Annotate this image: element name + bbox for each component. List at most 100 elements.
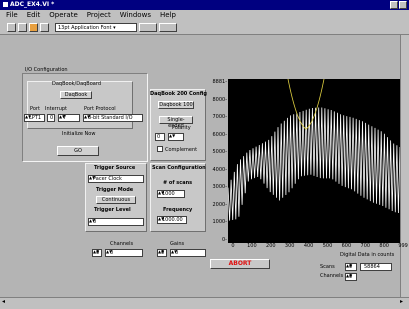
numeric-arrows-icon: ▲▼: [158, 190, 165, 195]
horizontal-scrollbar[interactable]: ◂ ▸: [0, 297, 409, 306]
numeric-arrows-icon: ▲▼: [158, 216, 165, 221]
index-arrows-icon: ▲▼: [346, 263, 353, 268]
x-tick-label: 600: [341, 243, 352, 249]
port-protocol-label: Port Protocol: [84, 106, 116, 112]
abort-button[interactable]: ABORT: [210, 259, 270, 269]
trigger-mode-button[interactable]: Continuous: [96, 196, 136, 204]
numeric-arrows-icon: ▲▼: [106, 249, 113, 254]
menu-bar: File Edit Operate Project Windows Help: [0, 10, 409, 21]
font-selector[interactable]: 13pt Application Font ▾: [55, 23, 137, 32]
go-button[interactable]: GO: [57, 146, 99, 156]
x-tick-label: 0: [231, 243, 235, 249]
x-tick-label: 300: [284, 243, 295, 249]
channels-readout-value[interactable]: ▲▼ 0: [345, 273, 357, 281]
ring-arrows-icon: ▲▼: [84, 114, 91, 119]
interrupt-label: Interrupt: [45, 106, 68, 112]
y-tick-label: 2000-: [212, 201, 227, 208]
run-arrow-icon[interactable]: [7, 23, 16, 32]
index-arrows-icon: ▲▼: [346, 273, 353, 278]
x-tick-label: 800: [379, 243, 389, 249]
y-tick-label: 3000-: [212, 184, 227, 190]
channels-index[interactable]: ▲▼ 0: [92, 249, 102, 257]
polarity-index[interactable]: 0: [155, 133, 165, 141]
trigger-level-field[interactable]: ▲▼ 0: [88, 218, 144, 226]
distribute-dropdown-icon[interactable]: [159, 23, 177, 32]
port-protocol-select[interactable]: ▲▼ 8-bit Standard I/O: [83, 114, 143, 122]
port-select[interactable]: ▲▼ LPT1: [24, 114, 45, 122]
complement-label: Complement: [165, 147, 198, 153]
index-arrows-icon: ▲▼: [158, 249, 165, 254]
scan-configuration-title: Scan Configuration: [152, 165, 206, 171]
y-tick-label: 4000-: [212, 166, 227, 173]
gains-label: Gains: [170, 241, 185, 247]
minimize-button[interactable]: [390, 1, 398, 9]
x-tick-label: 700: [360, 243, 371, 249]
ring-arrows-icon: ▲▼: [25, 114, 32, 119]
initialize-now-label: Initialize Now: [62, 131, 96, 137]
trigger-level-label: Trigger Level: [94, 207, 131, 213]
waveform-graph[interactable]: [227, 78, 401, 243]
polarity-select[interactable]: ▲▼: [168, 133, 184, 141]
x-tick-label: 400: [303, 243, 314, 249]
y-tick-label: 5000-: [212, 149, 227, 155]
y-tick-label: 1000-: [212, 219, 227, 225]
align-dropdown-icon[interactable]: [139, 23, 157, 32]
scans-readout-index[interactable]: ▲▼ 0: [345, 263, 357, 271]
menu-operate[interactable]: Operate: [49, 10, 77, 21]
channels-value[interactable]: ▲▼ 0: [105, 249, 143, 257]
window-title: ADC_EX4.VI *: [10, 1, 55, 8]
vertical-scrollbar[interactable]: [400, 35, 409, 297]
y-tick-label: 8881-: [212, 79, 227, 85]
single-ended-button[interactable]: Single-ended: [159, 116, 193, 129]
scans-readout-label: Scans: [320, 264, 335, 270]
daqbook-model-button[interactable]: Daqbook 100: [158, 101, 194, 109]
port-label: Port: [30, 106, 40, 112]
app-icon: [3, 2, 8, 7]
daqbook-button[interactable]: DaqBook: [60, 91, 92, 99]
scans-count-field[interactable]: ▲▼ 1000: [157, 190, 185, 198]
daqbook200-title: DaqBook 200 Config: [150, 91, 207, 97]
maximize-button[interactable]: [399, 1, 407, 9]
x-axis-label: Digital Data in counts: [340, 252, 395, 258]
menu-help[interactable]: Help: [160, 10, 176, 21]
toolbar: 13pt Application Font ▾: [0, 21, 409, 35]
interrupt-select[interactable]: ▲▼ 7: [58, 114, 80, 122]
daqbook-box-label: DaqBook/DaqBoard: [52, 81, 101, 87]
scroll-left-icon[interactable]: ◂: [2, 298, 5, 305]
menu-windows[interactable]: Windows: [120, 10, 151, 21]
numeric-arrows-icon: ▲▼: [89, 218, 96, 223]
title-bar: ADC_EX4.VI *: [0, 0, 409, 10]
x-tick-label: 999: [398, 243, 408, 249]
ring-arrows-icon: ▲▼: [89, 175, 96, 180]
scans-readout-value: 58864: [360, 263, 392, 271]
waveform-trace: [227, 107, 401, 221]
scans-count-label: # of scans: [163, 180, 193, 186]
menu-file[interactable]: File: [6, 10, 18, 21]
menu-edit[interactable]: Edit: [27, 10, 41, 21]
stop-icon[interactable]: [29, 23, 38, 32]
gains-index[interactable]: ▲▼ 0: [157, 249, 167, 257]
x-tick-label: 100: [247, 243, 257, 249]
trigger-source-label: Trigger Source: [94, 165, 136, 171]
ring-arrows-icon: ▲▼: [59, 114, 66, 119]
ring-arrows-icon: ▲▼: [169, 133, 176, 138]
y-tick-label: 7000-: [212, 114, 227, 120]
numeric-arrows-icon: ▲▼: [171, 249, 178, 254]
y-tick-label: 0-: [222, 236, 227, 243]
trigger-source-select[interactable]: ▲▼ Pacer Clock: [88, 175, 144, 183]
scroll-right-icon[interactable]: ▸: [400, 298, 403, 305]
frequency-field[interactable]: ▲▼ 1000.00: [157, 216, 187, 224]
waveform-plot: [227, 78, 401, 221]
run-continuous-icon[interactable]: [18, 23, 27, 32]
complement-checkbox[interactable]: [157, 146, 163, 152]
polarity-label: Polarity: [172, 125, 191, 131]
trigger-mode-label: Trigger Mode: [96, 187, 134, 193]
window-controls: [390, 1, 407, 9]
channels-readout-label: Channels: [320, 273, 344, 279]
gains-value[interactable]: ▲▼ 0: [170, 249, 206, 257]
interrupt-index[interactable]: 0: [47, 114, 55, 122]
index-arrows-icon: ▲▼: [93, 249, 100, 254]
x-tick-label: 500: [322, 243, 333, 249]
menu-project[interactable]: Project: [87, 10, 111, 21]
pause-icon[interactable]: [40, 23, 49, 32]
